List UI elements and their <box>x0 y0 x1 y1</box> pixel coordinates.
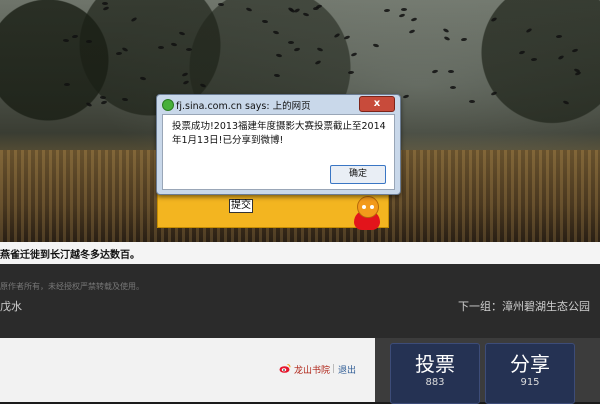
dialog-body: 投票成功!2013福建年度摄影大赛投票截止至2014年1月13日!已分享到微博!… <box>162 114 395 190</box>
bird <box>468 99 476 104</box>
mascot-head <box>357 196 379 218</box>
photo-caption: 燕雀迁徙到长汀越冬多达数百。 <box>0 250 140 261</box>
bird <box>99 95 107 100</box>
bird <box>447 69 455 74</box>
bird <box>186 48 192 51</box>
share-button[interactable]: 分享 915 <box>485 343 575 404</box>
ok-button[interactable]: 确定 <box>330 165 386 184</box>
bird <box>287 40 295 45</box>
next-group-link[interactable]: 下一组：漳州碧湖生态公园 <box>458 298 590 314</box>
browser-icon <box>162 99 174 111</box>
logout-link[interactable]: 退出 <box>338 363 356 376</box>
close-button[interactable]: x <box>359 96 395 112</box>
dialog-message: 投票成功!2013福建年度摄影大赛投票截止至2014年1月13日!已分享到微博! <box>172 121 386 146</box>
bird <box>450 86 456 89</box>
share-label: 分享 <box>510 352 550 376</box>
mascot-eye <box>370 205 374 209</box>
author-name: 戊水 <box>0 300 22 313</box>
weibo-icon <box>279 364 291 373</box>
mascot-eye <box>362 205 366 209</box>
bird <box>157 45 165 50</box>
mascot-icon <box>349 194 383 232</box>
link-separator <box>333 364 334 373</box>
bird <box>62 38 70 43</box>
dialog-title: fj.sina.com.cn says: 上的网页 <box>176 101 311 112</box>
vote-button[interactable]: 投票 883 <box>390 343 480 404</box>
bird <box>217 2 225 7</box>
user-link[interactable]: 龙山书院 <box>294 363 330 376</box>
share-count: 915 <box>520 377 540 388</box>
bird <box>101 1 109 6</box>
vote-label: 投票 <box>415 352 455 376</box>
alert-dialog: fj.sina.com.cn says: 上的网页 x 投票成功!2013福建年… <box>156 94 401 195</box>
submit-button[interactable]: 提交 <box>229 199 253 213</box>
vote-count: 883 <box>425 377 445 388</box>
copyright-notice: 原作者所有，未经授权严禁转载及使用。 <box>0 282 144 291</box>
